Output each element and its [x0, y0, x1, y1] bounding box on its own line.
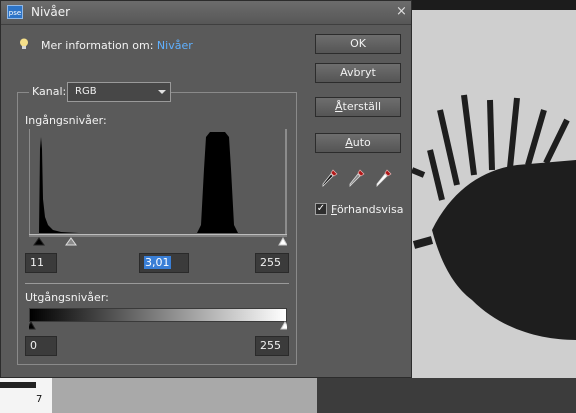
- title-bar[interactable]: pse Nivåer ×: [1, 1, 411, 25]
- auto-button[interactable]: Auto: [315, 133, 401, 153]
- output-white-field[interactable]: 255: [255, 336, 289, 356]
- white-point-eyedropper-icon[interactable]: [375, 168, 393, 188]
- auto-mnemonic: A: [345, 136, 353, 149]
- output-black-field[interactable]: 0: [25, 336, 57, 356]
- input-gamma-value: 3,01: [144, 256, 171, 269]
- workspace-panel: [52, 378, 317, 413]
- input-white-field[interactable]: 255: [255, 253, 289, 273]
- close-icon[interactable]: ×: [396, 4, 407, 19]
- auto-label: uto: [352, 136, 371, 149]
- chevron-down-icon: [158, 90, 166, 94]
- more-info-text: Mer information om: Nivåer: [41, 39, 193, 52]
- more-info-link[interactable]: Nivåer: [157, 39, 193, 52]
- input-gamma-handle: [65, 237, 77, 246]
- input-black-handle: [33, 237, 45, 246]
- channel-select[interactable]: RGB: [67, 82, 171, 102]
- gray-point-eyedropper-icon[interactable]: [348, 168, 366, 188]
- output-white-handle: [280, 321, 287, 330]
- dialog-title: Nivåer: [31, 5, 71, 19]
- ok-button[interactable]: OK: [315, 34, 401, 54]
- input-gamma-field[interactable]: 3,01: [139, 253, 189, 273]
- app-icon: pse: [7, 5, 23, 19]
- output-gradient-bar: [29, 308, 287, 322]
- ruler-number: 7: [36, 394, 43, 405]
- reset-mnemonic: Å: [334, 100, 343, 113]
- input-levels-slider[interactable]: [29, 235, 287, 247]
- input-black-field[interactable]: 11: [25, 253, 57, 273]
- output-black-handle: [29, 321, 36, 330]
- lightbulb-icon: [20, 38, 28, 49]
- bird-silhouette: [412, 94, 576, 340]
- more-info-label: Mer information om:: [41, 39, 154, 52]
- channel-value: RGB: [75, 86, 97, 97]
- black-point-eyedropper-icon[interactable]: [321, 168, 339, 188]
- levels-dialog: pse Nivåer × Mer information om: Nivåer …: [0, 0, 412, 378]
- histogram: [29, 129, 287, 235]
- reset-label: terställ: [342, 100, 382, 113]
- output-levels-slider[interactable]: [29, 321, 287, 331]
- input-white-handle: [278, 236, 287, 246]
- preview-label-text: örhandsvisa: [336, 203, 404, 216]
- channel-label: Kanal:: [29, 85, 70, 98]
- photo-canvas: [412, 0, 576, 413]
- section-divider: [25, 283, 289, 284]
- output-levels-label: Utgångsnivåer:: [25, 291, 109, 304]
- preview-checkbox[interactable]: ✓: [315, 203, 327, 215]
- ruler-tick: [0, 382, 36, 388]
- reset-button[interactable]: Återställ: [315, 97, 401, 117]
- cancel-button[interactable]: Avbryt: [315, 63, 401, 83]
- input-levels-label: Ingångsnivåer:: [25, 114, 107, 127]
- preview-label[interactable]: Förhandsvisa: [331, 203, 403, 216]
- photo-top-edge: [412, 0, 576, 10]
